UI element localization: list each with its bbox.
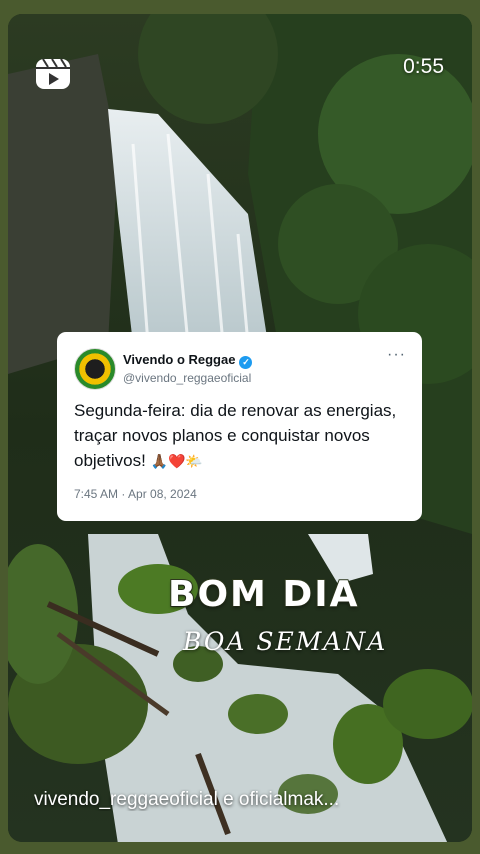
time-remaining: 0:55 — [403, 55, 444, 78]
tweet-display-name[interactable]: Vivendo o Reggae ✓ — [123, 352, 253, 369]
video-caption[interactable]: vivendo_reggaeoficial e oficialmak... — [34, 789, 454, 811]
tweet-timestamp: 7:45 AM · Apr 08, 2024 — [74, 487, 197, 501]
tweet-handle[interactable]: @vivendo_reggaeoficial — [123, 371, 251, 385]
tweet-card[interactable]: Vivendo o Reggae ✓ @vivendo_reggaeoficial… — [57, 332, 422, 521]
tweet-emojis: 🙏🏾❤️🌤️ — [150, 453, 203, 469]
tweet-text: Segunda-feira: dia de renovar as energia… — [74, 398, 409, 474]
more-options-icon[interactable]: ··· — [387, 346, 406, 364]
verified-badge-icon: ✓ — [239, 356, 253, 369]
display-name-text: Vivendo o Reggae — [123, 352, 236, 367]
reels-icon[interactable] — [33, 54, 73, 94]
overlay-subtitle: BOA SEMANA — [183, 627, 388, 656]
avatar[interactable] — [74, 348, 116, 390]
tweet-body: Segunda-feira: dia de renovar as energia… — [74, 401, 397, 470]
overlay-title: BOM DIA — [167, 573, 360, 616]
